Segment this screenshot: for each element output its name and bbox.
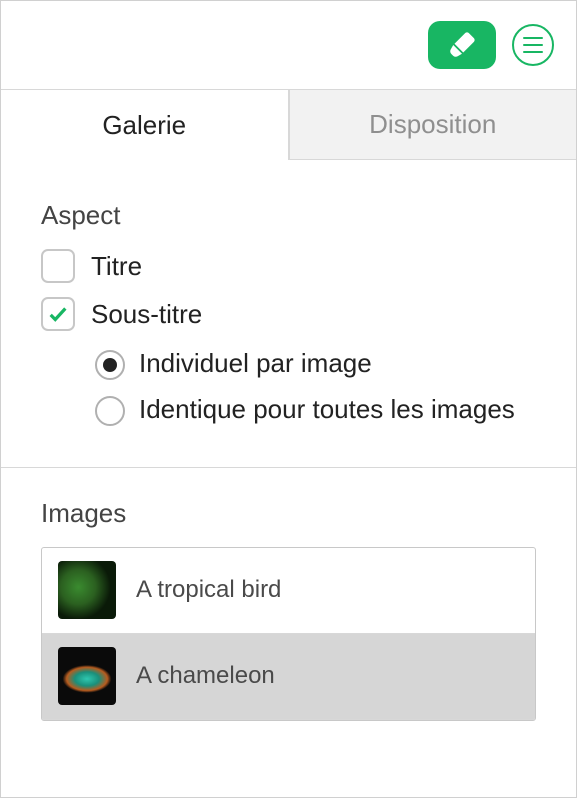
row-radio-same-all: Identique pour toutes les images [95,393,536,427]
thumbnail [58,561,116,619]
checkbox-title[interactable] [41,249,75,283]
radio-same-all-label: Identique pour toutes les images [139,393,515,427]
list-icon [523,37,543,54]
radio-per-image[interactable] [95,350,125,380]
format-button[interactable] [428,21,496,69]
document-options-button[interactable] [512,24,554,66]
tab-bar: Galerie Disposition [1,89,576,160]
row-radio-per-image: Individuel par image [95,347,536,381]
row-title-checkbox: Titre [41,249,536,283]
gallery-panel: Aspect Titre Sous-titre Individuel par i… [1,160,576,721]
section-divider [1,467,576,468]
radio-same-all[interactable] [95,396,125,426]
list-item[interactable]: A chameleon [42,634,535,720]
subtitle-mode-group: Individuel par image Identique pour tout… [95,347,536,427]
list-item-label: A chameleon [136,662,275,690]
section-images-title: Images [41,498,536,529]
thumbnail [58,647,116,705]
checkbox-subtitle-label: Sous-titre [91,299,202,330]
row-subtitle-checkbox: Sous-titre [41,297,536,331]
top-toolbar [1,1,576,89]
tab-gallery[interactable]: Galerie [1,90,289,160]
checkbox-title-label: Titre [91,251,142,282]
radio-per-image-label: Individuel par image [139,347,372,381]
paintbrush-icon [447,30,477,60]
list-item-label: A tropical bird [136,576,281,604]
list-item[interactable]: A tropical bird [42,548,535,634]
checkbox-subtitle[interactable] [41,297,75,331]
section-aspect-title: Aspect [41,200,536,231]
check-icon [47,303,69,325]
images-list: A tropical bird A chameleon [41,547,536,721]
tab-layout[interactable]: Disposition [289,90,577,160]
